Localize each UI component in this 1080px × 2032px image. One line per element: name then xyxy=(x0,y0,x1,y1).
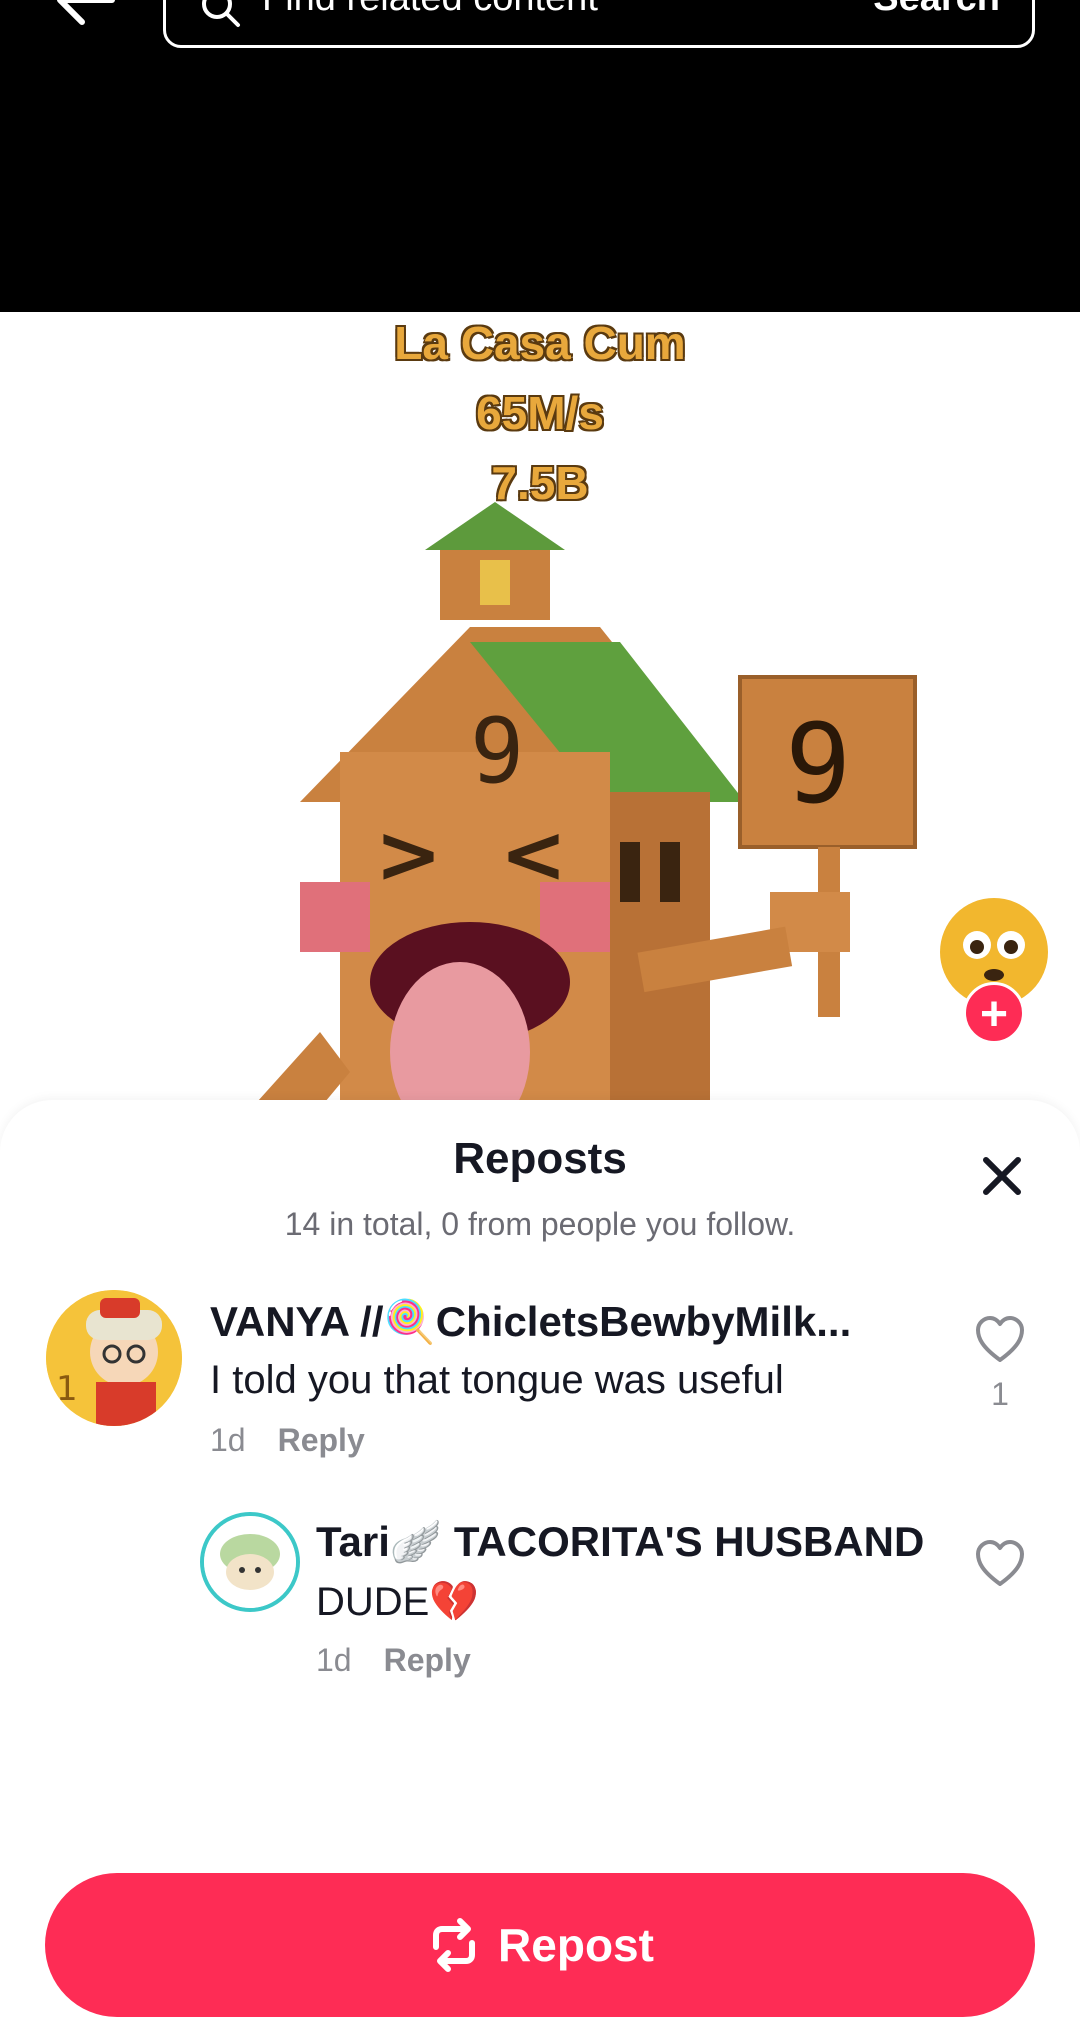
search-input[interactable]: Find related content xyxy=(262,0,598,20)
comment-username[interactable]: Tari🪽 TACORITA'S HUSBAND xyxy=(316,1518,924,1567)
search-button[interactable]: Search xyxy=(873,0,1000,20)
repost-label: Repost xyxy=(498,1919,654,1971)
video-frame-image: 9 > < 9 xyxy=(230,502,917,1132)
list-item: 1 VANYA //🍭ChicletsBewbyMilk... I told y… xyxy=(0,1290,1080,1480)
reply-button[interactable]: Reply xyxy=(384,1642,471,1678)
follow-plus-button[interactable]: + xyxy=(963,982,1025,1044)
avatar[interactable] xyxy=(200,1512,300,1612)
reply-button[interactable]: Reply xyxy=(278,1422,365,1458)
comment-username[interactable]: VANYA //🍭ChicletsBewbyMilk... xyxy=(210,1298,851,1347)
svg-text:9: 9 xyxy=(470,699,524,804)
list-item: Tari🪽 TACORITA'S HUSBAND DUDE💔 1d Reply xyxy=(0,1512,1080,1712)
avatar[interactable]: 1 xyxy=(46,1290,182,1426)
heart-icon[interactable] xyxy=(974,1538,1026,1590)
comment-time: 1d xyxy=(316,1642,352,1678)
comment-text: I told you that tongue was useful xyxy=(210,1358,784,1402)
svg-text:1: 1 xyxy=(56,1369,78,1409)
comment-time: 1d xyxy=(210,1422,246,1458)
heart-icon[interactable] xyxy=(974,1314,1026,1366)
repost-icon xyxy=(433,1918,476,1972)
video-player[interactable]: La Casa Cum 65M/s 7.5B 9 > < 9 xyxy=(0,312,1080,1132)
sheet-subtitle: 14 in total, 0 from people you follow. xyxy=(284,1206,796,1242)
comment-meta: 1d Reply xyxy=(316,1642,471,1679)
close-icon[interactable] xyxy=(976,1150,1028,1202)
comment-text: DUDE💔 xyxy=(316,1580,480,1624)
search-icon xyxy=(202,0,240,27)
comment-meta: 1d Reply xyxy=(210,1422,365,1459)
svg-text:>: > xyxy=(375,808,442,901)
repost-button[interactable]: Repost xyxy=(45,1873,1035,2017)
back-arrow-icon[interactable] xyxy=(52,0,122,30)
like-count: 1 xyxy=(991,1376,1009,1412)
search-bar[interactable]: Find related content Search xyxy=(163,0,1035,48)
top-bar: Find related content Search xyxy=(0,0,1080,312)
svg-text:9: 9 xyxy=(785,700,851,828)
sheet-title: Reposts xyxy=(453,1134,627,1183)
